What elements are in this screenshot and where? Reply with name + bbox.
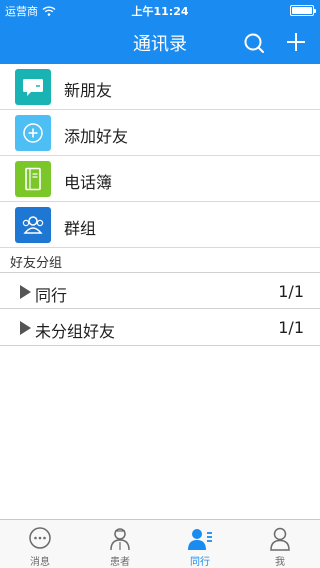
- tab-label: 消息: [30, 557, 50, 568]
- colleagues-icon: [188, 529, 212, 550]
- chat-bubble-icon: [15, 69, 51, 105]
- func-item-phonebook[interactable]: 电话簿: [0, 156, 320, 202]
- func-label: 电话簿: [64, 173, 113, 192]
- func-item-add-friend[interactable]: 添加好友: [0, 110, 320, 156]
- tab-label: 患者: [110, 557, 130, 568]
- status-bar: 运营商 上午11:24: [0, 0, 320, 20]
- search-icon[interactable]: [242, 31, 266, 55]
- function-list: 新朋友 添加好友 电话簿 群组: [0, 64, 320, 248]
- section-title-friend-groups: 好友分组: [10, 256, 63, 271]
- group-name: 未分组好友: [35, 322, 116, 341]
- group-count: 1/1: [278, 318, 304, 337]
- group-row-ungrouped[interactable]: 未分组好友 1/1: [0, 309, 320, 346]
- tab-bar: 消息 患者 同行 我: [0, 519, 320, 568]
- notebook-icon: [15, 161, 51, 197]
- plus-icon[interactable]: [284, 30, 308, 54]
- tab-messages[interactable]: 消息: [0, 520, 80, 568]
- func-label: 群组: [64, 219, 97, 238]
- group-count: 1/1: [278, 282, 304, 301]
- expand-arrow-icon: [20, 321, 31, 335]
- func-item-new-friends[interactable]: 新朋友: [0, 64, 320, 110]
- func-label: 添加好友: [64, 127, 129, 146]
- friend-group-list: 同行 1/1 未分组好友 1/1: [0, 272, 320, 346]
- battery-icon: [290, 5, 316, 16]
- tab-label: 我: [275, 557, 285, 568]
- expand-arrow-icon: [20, 285, 31, 299]
- tab-me[interactable]: 我: [240, 520, 320, 568]
- tab-colleagues[interactable]: 同行: [160, 520, 240, 568]
- group-row-colleagues[interactable]: 同行 1/1: [0, 272, 320, 309]
- message-icon: [29, 527, 51, 549]
- group-icon: [15, 207, 51, 243]
- tab-patients[interactable]: 患者: [80, 520, 160, 568]
- func-label: 新朋友: [64, 81, 113, 100]
- top-bar: 运营商 上午11:24 通讯录: [0, 0, 320, 64]
- tab-label: 同行: [190, 557, 210, 568]
- status-time: 上午11:24: [131, 5, 189, 18]
- profile-icon: [270, 527, 290, 551]
- add-circle-icon: [15, 115, 51, 151]
- page-title: 通讯录: [133, 34, 187, 55]
- func-item-groups[interactable]: 群组: [0, 202, 320, 248]
- patient-icon: [110, 528, 130, 551]
- group-name: 同行: [35, 286, 68, 305]
